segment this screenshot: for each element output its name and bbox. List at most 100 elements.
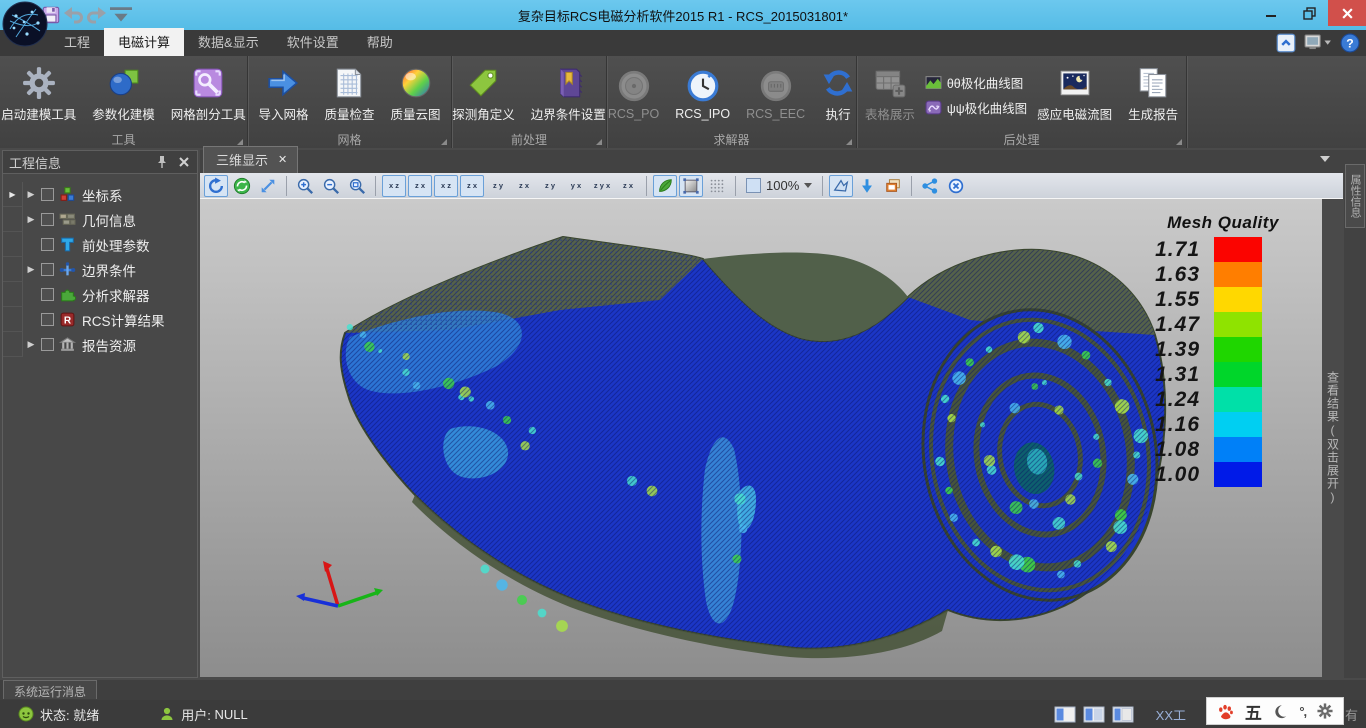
view-orientation-button-1[interactable]: x z (382, 175, 406, 197)
group-dialog-launcher-icon[interactable] (441, 139, 447, 145)
flat-shading-button[interactable] (679, 175, 703, 197)
tree-item-坐标系[interactable]: ▶▶坐标系 (3, 182, 197, 207)
display-options-button[interactable] (1304, 34, 1332, 52)
orbit-tool-button[interactable] (230, 175, 254, 197)
ime-moon-icon[interactable] (1273, 704, 1288, 719)
ime-punctuation-button[interactable]: °, (1299, 704, 1306, 719)
tree-item-几何信息[interactable]: ▶几何信息 (3, 207, 197, 232)
pin-icon[interactable] (155, 155, 169, 169)
导入网格-button[interactable]: 导入网格 (252, 63, 314, 126)
tree-checkbox[interactable] (41, 188, 54, 201)
close-button[interactable] (1328, 0, 1366, 26)
RCS_EEC-button[interactable]: RCS_EEC (740, 66, 811, 124)
expander-icon[interactable]: ▶ (23, 264, 39, 275)
zoom-level-dropdown[interactable]: 100% (742, 178, 816, 193)
RCS_PO-button[interactable]: RCS_PO (602, 66, 665, 124)
tab-system-messages[interactable]: 系统运行消息 (3, 680, 97, 699)
tree-checkbox[interactable] (41, 263, 54, 276)
zoom-window-button[interactable] (345, 175, 369, 197)
expander-icon[interactable]: ▶ (23, 339, 39, 350)
zoom-out-button[interactable] (319, 175, 343, 197)
view-orientation-button-5[interactable]: z y (486, 175, 510, 197)
view-orientation-button-6[interactable]: z x (512, 175, 536, 197)
执行-button[interactable]: 执行 (815, 63, 861, 126)
生成报告-button[interactable]: 生成报告 (1122, 63, 1184, 126)
zoom-in-button[interactable] (293, 175, 317, 197)
参数化建模-button[interactable]: 参数化建模 (86, 63, 161, 126)
minimize-button[interactable] (1252, 0, 1290, 26)
ribbon-tab-数据&显示[interactable]: 数据&显示 (184, 28, 273, 56)
表格展示-button[interactable]: 表格展示 (859, 63, 921, 126)
baidu-paw-icon[interactable] (1217, 703, 1234, 720)
legend-value: 1.00 (1148, 463, 1214, 487)
qat-dropdown-icon[interactable] (110, 4, 132, 26)
启动建模工具-button[interactable]: 启动建模工具 (0, 63, 82, 126)
redo-button[interactable] (86, 4, 108, 26)
tab-list-dropdown-icon[interactable] (1320, 156, 1330, 167)
ribbon-tab-软件设置[interactable]: 软件设置 (273, 28, 353, 56)
viewport-3d[interactable]: Mesh Quality 1.711.631.551.471.391.311.2… (200, 199, 1322, 677)
points-display-button[interactable] (705, 175, 729, 197)
group-dialog-launcher-icon[interactable] (1176, 139, 1182, 145)
drop-view-button[interactable] (855, 175, 879, 197)
layout-middle-button[interactable] (1083, 706, 1105, 723)
expander-icon[interactable]: ▶ (23, 189, 39, 200)
panel-close-icon[interactable] (177, 155, 191, 169)
group-dialog-launcher-icon[interactable] (237, 139, 243, 145)
tree-item-前处理参数[interactable]: 前处理参数 (3, 232, 197, 257)
ribbon-tab-帮助[interactable]: 帮助 (353, 28, 407, 56)
collapse-ribbon-button[interactable] (1276, 34, 1296, 52)
undo-button[interactable] (62, 4, 84, 26)
app-logo-icon[interactable] (2, 1, 48, 47)
ribbon-tab-电磁计算[interactable]: 电磁计算 (104, 28, 184, 56)
tree-checkbox[interactable] (41, 313, 54, 326)
layout-left-button[interactable] (1054, 706, 1076, 723)
boundary-tree-icon (59, 261, 76, 278)
close-view-button[interactable] (944, 175, 968, 197)
window-layers-button[interactable] (881, 175, 905, 197)
tree-item-分析求解器[interactable]: 分析求解器 (3, 282, 197, 307)
质量云图-button[interactable]: 质量云图 (385, 63, 447, 126)
网格剖分工具-button[interactable]: 网格剖分工具 (165, 63, 252, 126)
感应电磁流图-button[interactable]: 感应电磁流图 (1031, 63, 1118, 126)
clip-plane-button[interactable] (829, 175, 853, 197)
doc-tab-close-icon[interactable]: ✕ (278, 153, 287, 166)
θθ极化曲线图-button[interactable]: θθ极化曲线图 (925, 73, 1027, 92)
tree-checkbox[interactable] (41, 238, 54, 251)
探测角定义-button[interactable]: 探测角定义 (446, 63, 521, 126)
expander-icon[interactable]: ▶ (23, 214, 39, 225)
view-orientation-button-3[interactable]: x z (434, 175, 458, 197)
tree-item-报告资源[interactable]: ▶报告资源 (3, 332, 197, 357)
RCS_IPO-button[interactable]: RCS_IPO (669, 66, 736, 124)
help-button[interactable]: ? (1340, 34, 1360, 52)
smooth-shading-button[interactable] (653, 175, 677, 197)
restore-button[interactable] (1290, 0, 1328, 26)
layout-right-button[interactable] (1112, 706, 1134, 723)
质量检查-button[interactable]: 质量检查 (318, 63, 380, 126)
view-orientation-button-9[interactable]: z y x (590, 175, 614, 197)
ψψ极化曲线图-button[interactable]: ψψ极化曲线图 (925, 98, 1027, 117)
rotate-tool-button[interactable] (204, 175, 228, 197)
tree-checkbox[interactable] (41, 288, 54, 301)
pan-zoom-tool-button[interactable] (256, 175, 280, 197)
group-dialog-launcher-icon[interactable] (596, 139, 602, 145)
view-orientation-button-7[interactable]: z y (538, 175, 562, 197)
tree-item-RCS计算结果[interactable]: RRCS计算结果 (3, 307, 197, 332)
view-orientation-button-10[interactable]: z x (616, 175, 640, 197)
边界条件设置-button[interactable]: 边界条件设置 (525, 63, 612, 126)
ribbon-tab-工程[interactable]: 工程 (50, 28, 104, 56)
tree-checkbox[interactable] (41, 213, 54, 226)
view-orientation-button-8[interactable]: y x (564, 175, 588, 197)
legend-entry: 1.00 (1148, 462, 1298, 487)
tab-property-info[interactable]: 属性信息 (1345, 164, 1365, 228)
tab-3d-display[interactable]: 三维显示 ✕ (203, 146, 298, 173)
view-orientation-button-2[interactable]: z x (408, 175, 432, 197)
view-orientation-button-4[interactable]: z x (460, 175, 484, 197)
ime-settings-gear-icon[interactable] (1317, 703, 1333, 719)
flow-display-button[interactable] (918, 175, 942, 197)
tree-item-边界条件[interactable]: ▶边界条件 (3, 257, 197, 282)
ime-wubi-button[interactable]: 五 (1245, 699, 1262, 724)
group-dialog-launcher-icon[interactable] (846, 139, 852, 145)
tab-view-results[interactable]: 查看结果(双击展开) (1325, 371, 1342, 505)
tree-checkbox[interactable] (41, 338, 54, 351)
